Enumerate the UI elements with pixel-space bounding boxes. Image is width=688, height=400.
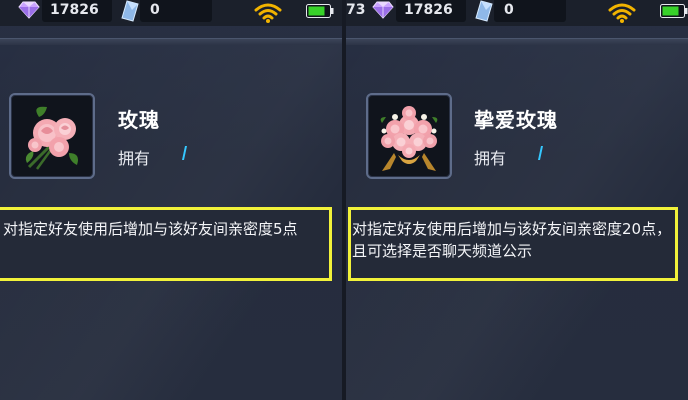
diamond-counter: 17826 [396,0,466,22]
crystal-counter: 0 [140,0,212,22]
item-description: 对指定好友使用后增加与该好友间亲密度5点 [3,220,298,238]
battery-icon [660,4,688,18]
item-name: 玫瑰 [118,108,160,132]
right-item-panel: 73 17826 0 挚爱玫瑰 拥有 对指定好友使用后增加与该好友间亲密度20点… [346,0,688,400]
diamond-icon [18,1,40,19]
owned-count-mark [182,146,187,160]
item-description-box: 对指定好友使用后增加与该好友间亲密度20点，且可选择是否聊天频道公示 [348,207,678,281]
diamond-count: 17826 [50,2,99,18]
crystal-counter: 0 [494,0,566,22]
truncated-counter: 73 [346,2,366,18]
item-name: 挚爱玫瑰 [474,108,558,132]
status-bar-divider [0,38,342,45]
crystal-count: 0 [504,2,514,18]
item-description: 对指定好友使用后增加与该好友间亲密度20点，且可选择是否聊天频道公示 [352,220,672,260]
diamond-icon [372,1,394,19]
crystal-count: 0 [150,2,160,18]
diamond-count: 17826 [404,2,453,18]
crystal-icon [121,0,139,22]
item-icon-frame[interactable] [366,93,452,179]
battery-icon [306,4,334,18]
item-icon-frame[interactable] [9,93,95,179]
diamond-counter: 17826 [42,0,112,22]
rose-bouquet-icon [25,106,78,170]
left-item-panel: 17826 0 玫瑰 拥有 对指定好友使用后增加与该好友间亲密度5点 [0,0,342,400]
owned-label: 拥有 [474,149,507,168]
wifi-icon [254,3,282,23]
wifi-icon [608,3,636,23]
owned-label: 拥有 [118,149,151,168]
crystal-icon [475,0,493,22]
status-bar-divider [346,38,688,45]
screenshot-comparison: 17826 0 玫瑰 拥有 对指定好友使用后增加与该好友间亲密度5点 73 17… [0,0,688,400]
owned-count-mark [538,146,543,160]
item-description-box: 对指定好友使用后增加与该好友间亲密度5点 [0,207,332,281]
large-rose-bouquet-icon [380,106,438,171]
